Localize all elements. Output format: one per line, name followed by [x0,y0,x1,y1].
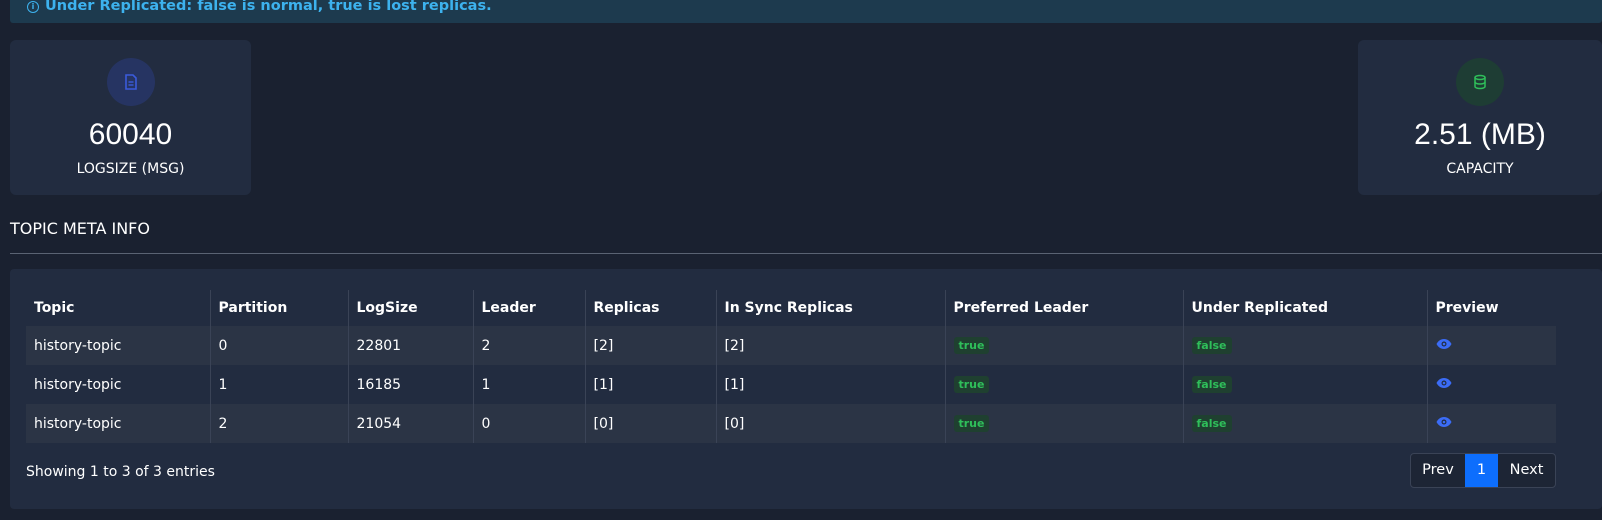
cell-isr: [1] [716,365,946,404]
cell-preview [1427,365,1556,404]
eye-icon[interactable] [1436,377,1452,389]
page-1-button[interactable]: 1 [1465,454,1498,487]
cell-under-replicated: false [1183,404,1428,443]
table-row: history-topic 2 21054 0 [0] [0] true fal… [26,404,1556,443]
section-divider [10,253,1602,254]
column-header-under-replicated[interactable]: Under Replicated [1183,290,1428,326]
table-row: history-topic 1 16185 1 [1] [1] true fal… [26,365,1556,404]
under-replicated-alert: i Under Replicated: false is normal, true… [10,0,1602,23]
capacity-value: 2.51 (MB) [1414,118,1546,151]
cell-under-replicated: false [1183,326,1428,365]
column-header-preview[interactable]: Preview [1427,290,1556,326]
cell-under-replicated: false [1183,365,1428,404]
column-header-preferred-leader[interactable]: Preferred Leader [945,290,1184,326]
status-badge: false [1191,376,1232,393]
cell-replicas: [2] [585,326,717,365]
eye-icon[interactable] [1436,338,1452,350]
cell-partition: 0 [210,326,349,365]
logsize-label: LOGSIZE (MSG) [76,161,185,177]
capacity-card: 2.51 (MB) CAPACITY [1358,40,1602,195]
cell-leader: 0 [473,404,586,443]
section-title: TOPIC META INFO [10,219,150,238]
topic-meta-table: Topic Partition LogSize Leader Replicas … [26,290,1556,443]
cell-topic: history-topic [26,365,211,404]
capacity-label: CAPACITY [1446,161,1514,177]
column-header-logsize[interactable]: LogSize [348,290,474,326]
logsize-card: 60040 LOGSIZE (MSG) [10,40,251,195]
cell-preferred-leader: true [945,404,1184,443]
cell-logsize: 21054 [348,404,474,443]
cell-replicas: [0] [585,404,717,443]
cell-preferred-leader: true [945,326,1184,365]
cell-replicas: [1] [585,365,717,404]
cell-topic: history-topic [26,326,211,365]
status-badge: false [1191,337,1232,354]
status-badge: true [953,376,990,393]
cell-logsize: 22801 [348,326,474,365]
column-header-leader[interactable]: Leader [473,290,586,326]
table-header-row: Topic Partition LogSize Leader Replicas … [26,290,1556,326]
status-badge: true [953,415,990,432]
next-button[interactable]: Next [1498,454,1555,487]
status-badge: true [953,337,990,354]
file-icon [106,58,155,106]
cell-topic: history-topic [26,404,211,443]
cell-isr: [0] [716,404,946,443]
column-header-replicas[interactable]: Replicas [585,290,717,326]
database-icon [1456,58,1504,106]
logsize-value: 60040 [88,118,173,151]
column-header-topic[interactable]: Topic [26,290,211,326]
cell-preferred-leader: true [945,365,1184,404]
topic-meta-panel: Topic Partition LogSize Leader Replicas … [10,269,1602,509]
cell-partition: 1 [210,365,349,404]
table-info: Showing 1 to 3 of 3 entries [26,464,215,480]
cell-leader: 1 [473,365,586,404]
status-badge: false [1191,415,1232,432]
alert-text: Under Replicated: false is normal, true … [45,0,492,14]
prev-button[interactable]: Prev [1411,454,1465,487]
cell-leader: 2 [473,326,586,365]
column-header-isr[interactable]: In Sync Replicas [716,290,946,326]
cell-preview [1427,326,1556,365]
column-header-partition[interactable]: Partition [210,290,349,326]
cell-logsize: 16185 [348,365,474,404]
eye-icon[interactable] [1436,416,1452,428]
pagination: Prev 1 Next [1410,453,1556,488]
info-icon: i [27,1,39,13]
table-row: history-topic 0 22801 2 [2] [2] true fal… [26,326,1556,365]
cell-isr: [2] [716,326,946,365]
cell-partition: 2 [210,404,349,443]
cell-preview [1427,404,1556,443]
